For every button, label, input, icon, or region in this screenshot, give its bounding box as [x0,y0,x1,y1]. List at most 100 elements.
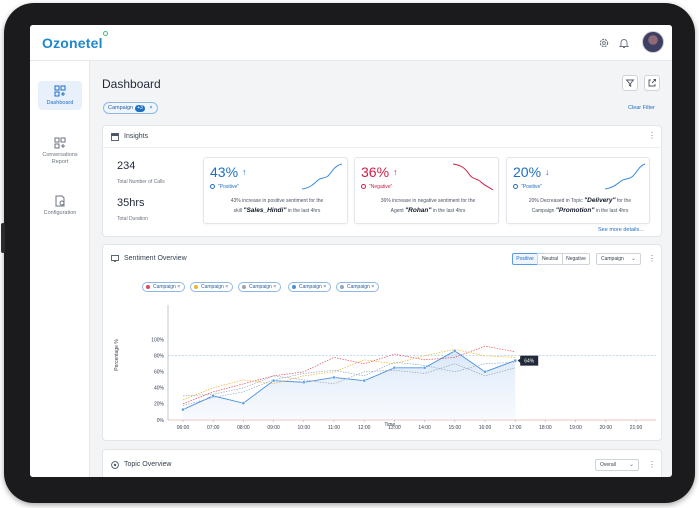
overall-dropdown[interactable]: Overall ⌄ [595,459,639,471]
chip-close-icon[interactable]: × [177,284,180,290]
export-button[interactable] [644,75,660,91]
series-color-dot [146,285,150,289]
x-tick-label: 20:00 [600,425,613,431]
bell-icon[interactable] [618,37,630,49]
chip-label: Campaign [299,284,322,290]
data-point [452,349,457,353]
chip-label: Campaign [347,284,370,290]
description-highlight: "Delivery" [584,197,616,204]
dashboard-icon [54,85,66,97]
sidebar-item-configuration[interactable]: Configuration [38,191,82,220]
description-highlight: "Promotion" [555,207,595,214]
chip-count-badge: +3 [135,105,145,112]
more-options-icon[interactable]: ⋮ [648,255,656,263]
y-tick-label: 80% [154,354,165,360]
series-color-dot [242,285,246,289]
total-calls-value: 234 [117,160,136,172]
divider [103,147,661,148]
metric-card-positive-skill[interactable]: 43% ↑ "Positive" 43% increase in positiv… [203,157,348,224]
series-chip[interactable]: Campaign × [336,282,380,292]
more-options-icon[interactable]: ⋮ [648,132,656,140]
x-tick-label: 14:00 [418,425,431,431]
description-line: 43% increase in positive sentiment for t… [230,198,324,204]
filter-button[interactable] [622,75,638,91]
total-calls-label: Total Number of Calls [117,179,165,185]
highlighted-series-area [183,350,516,420]
metric-value: 43% [210,164,239,180]
data-point [211,394,216,398]
metric-value: 36% [361,164,390,180]
tablet-frame: Ozonetel Dashboard Conversations Report … [1,3,695,503]
segment-negative[interactable]: Negative [562,253,590,265]
more-options-icon[interactable]: ⋮ [648,461,656,469]
segment-positive[interactable]: Positive [512,253,538,265]
y-tick-label: 100% [151,338,164,344]
metric-card-negative-agent[interactable]: 36% ↑ "Negative" 36% increase in negativ… [354,157,499,224]
chip-close-icon[interactable]: × [273,284,276,290]
data-point [271,378,276,383]
dropdown-value: Campaign [601,256,624,262]
x-tick-label: 15:00 [449,425,462,431]
description-suffix: in the last 4hrs [432,208,466,214]
arrow-up-icon: ↑ [242,167,247,177]
campaign-dropdown[interactable]: Campaign ⌄ [596,253,641,265]
x-tick-label: 10:00 [298,425,311,431]
clear-filter-link[interactable]: Clear Filter [628,105,655,111]
series-chip[interactable]: Campaign × [190,282,234,292]
description-line: 36% increase in negative sentiment for t… [380,198,476,204]
chip-close-icon[interactable]: × [371,284,374,290]
data-point [422,365,427,370]
data-point [301,380,306,385]
x-tick-label: 08:00 [237,425,250,431]
sentiment-overview-title: Sentiment Overview [124,255,187,262]
metric-value: 20% [513,164,542,180]
campaign-filter-chip[interactable]: Campaign +3 × [103,102,158,114]
see-more-details-link[interactable]: See more details... [598,227,644,233]
chevron-down-icon: ⌄ [628,462,634,468]
smile-icon [513,184,518,189]
page-title: Dashboard [102,77,161,91]
data-point [332,375,336,380]
chip-label: Campaign [201,284,224,290]
topic-icon [111,461,119,469]
top-bar: Ozonetel [30,25,672,61]
settings-icon[interactable] [598,37,610,49]
chip-close-icon[interactable]: × [225,284,228,290]
sidebar-item-dashboard[interactable]: Dashboard [38,81,82,110]
logo-dot-icon [103,31,108,36]
segment-neutral[interactable]: Neutral [537,253,563,265]
metric-card-positive-topic[interactable]: 20% ↓ "Positive" 20% Decreased in Topic … [506,157,650,224]
x-tick-label: 12:00 [358,425,371,431]
chip-close-icon[interactable]: × [323,284,326,290]
insights-icon [111,133,119,141]
y-tick-label: 40% [154,386,165,392]
data-point [392,365,397,370]
dropdown-value: Overall [600,462,616,468]
app-screen: Ozonetel Dashboard Conversations Report … [30,25,672,477]
filter-icon [625,79,635,87]
series-chip[interactable]: Campaign × [238,282,282,292]
app-logo[interactable]: Ozonetel [42,35,103,51]
sentiment-line-chart[interactable]: 64% 100% 80% 60% 40% 20% 0% 06:00 07:00 08:00 09:… [108,295,658,435]
x-axis-title: Time → [384,422,401,428]
description-prefix: skill [233,208,242,214]
total-duration-label: Total Duration [117,216,148,222]
sidebar-item-label: Configuration [43,210,77,216]
topic-overview-title: Topic Overview [124,461,172,468]
report-icon [54,137,66,149]
arrow-down-icon: ↓ [545,167,550,177]
user-avatar[interactable] [642,31,664,53]
series-color-dot [194,285,198,289]
sidebar-item-conversations-report[interactable]: Conversations Report [38,133,82,169]
sparkline [604,163,646,190]
metric-description: 20% Decreased in Topic "Delivery" for th… [515,196,645,216]
sparkline [452,163,494,191]
sentiment-label: "Negative" [369,184,393,190]
description-prefix: Agent [390,208,404,214]
series-chip[interactable]: Campaign × [288,282,332,292]
chip-close-icon[interactable]: × [149,105,152,111]
x-tick-label: 19:00 [569,425,582,431]
chip-label: Campaign [108,105,134,111]
series-chip[interactable]: Campaign × [142,282,186,292]
sentiment-label: "Positive" [521,184,543,190]
